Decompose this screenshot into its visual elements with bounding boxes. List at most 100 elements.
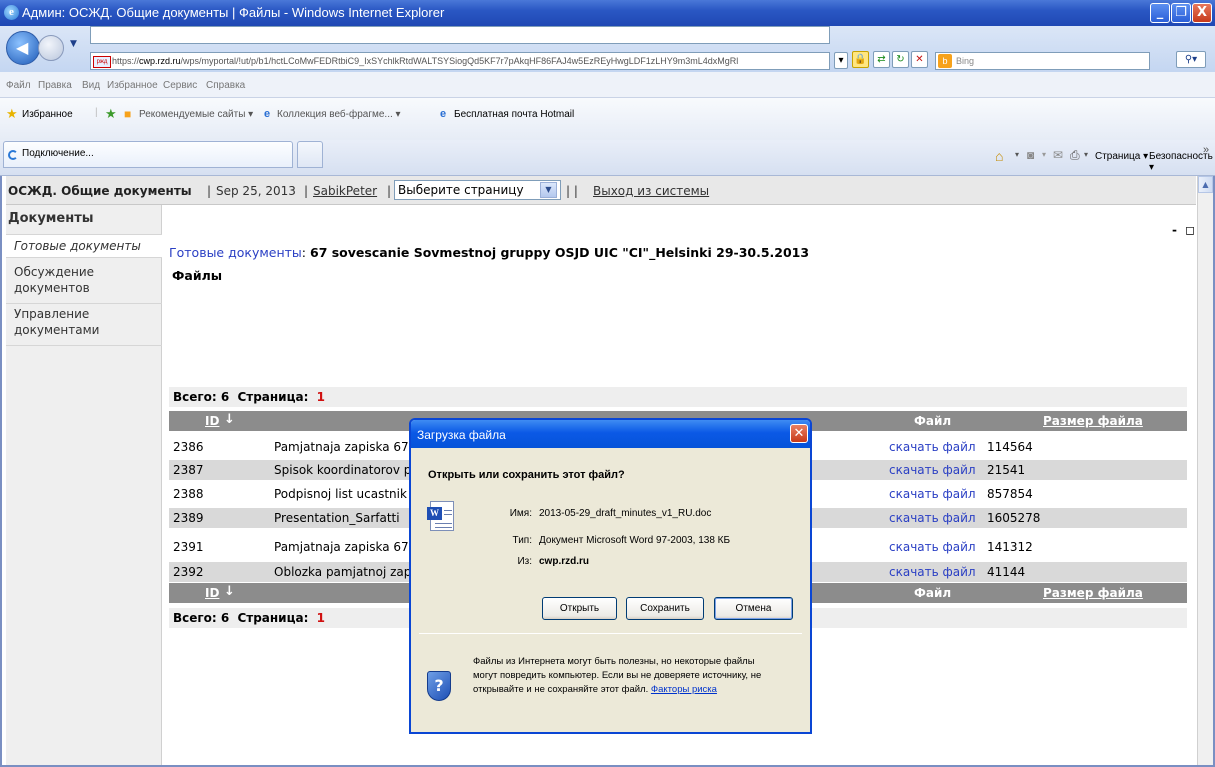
dialog-title-bar[interactable]: Загрузка файла — [411, 420, 810, 448]
file-download-dialog: Загрузка файла ✕ Открыть или сохранить э… — [409, 418, 812, 734]
breadcrumb-separator: : — [301, 245, 307, 260]
favorites-button[interactable]: Избранное — [22, 109, 73, 120]
column-size-header[interactable]: Размер файла — [1043, 414, 1143, 428]
download-link[interactable]: скачать файл — [889, 537, 976, 557]
folder-title: 67 sovescanie Sovmestnoj gruppy OSJD UIC… — [310, 245, 810, 260]
column-file-header: Файл — [914, 414, 952, 428]
dialog-close-button[interactable]: ✕ — [790, 424, 808, 443]
download-link[interactable]: скачать файл — [889, 437, 976, 457]
section-title: Файлы — [172, 268, 223, 283]
loading-spinner-icon — [8, 150, 18, 160]
print-icon[interactable]: ⎙ — [1070, 148, 1080, 163]
row-size: 1605278 — [987, 511, 1041, 525]
home-icon[interactable]: ⌂ — [995, 148, 1003, 164]
header-divider: | — [304, 184, 309, 198]
tab-active[interactable]: Подключение... — [3, 141, 293, 168]
sidebar-item-management[interactable]: Управление документами — [6, 306, 126, 346]
address-dropdown-icon[interactable]: ▾ — [834, 52, 848, 69]
stop-icon[interactable]: ✕ — [911, 51, 928, 68]
sort-down-icon[interactable]: ↓ — [224, 584, 235, 599]
portal-header: ОСЖД. Общие документы | Sep 25, 2013 | S… — [6, 176, 1196, 205]
forward-button[interactable] — [38, 35, 64, 61]
logout-link[interactable]: Выход из системы — [593, 184, 709, 198]
address-input[interactable] — [90, 26, 830, 44]
current-date: Sep 25, 2013 — [216, 184, 296, 198]
sidebar: Документы Готовые документы Обсуждение д… — [6, 205, 162, 765]
download-link[interactable]: скачать файл — [889, 484, 976, 504]
menu-help[interactable]: Справка — [206, 80, 245, 91]
sidebar-item-discussion[interactable]: Обсуждение документов — [6, 262, 126, 304]
open-button[interactable]: Открыть — [542, 597, 617, 620]
warning-text-line3: открывайте и не сохраняйте этот файл. Фа… — [473, 684, 717, 695]
maximize-button[interactable]: ❐ — [1171, 3, 1191, 23]
minimize-button[interactable]: _ — [1150, 3, 1170, 23]
word-document-icon: W — [427, 501, 454, 531]
close-window-button[interactable]: X — [1192, 3, 1212, 23]
window-title-bar[interactable]: e Админ: ОСЖД. Общие документы | Файлы -… — [0, 0, 1215, 26]
scroll-up-icon[interactable]: ▲ — [1198, 176, 1213, 193]
favorites-star-icon[interactable]: ★ — [6, 106, 18, 122]
breadcrumb-link[interactable]: Готовые документы — [169, 245, 302, 260]
menu-edit[interactable]: Правка — [38, 80, 72, 91]
risk-factors-link[interactable]: Факторы риска — [651, 684, 717, 695]
page-menu-button[interactable]: Страница ▾ — [1095, 151, 1148, 162]
cancel-button[interactable]: Отмена — [714, 597, 793, 620]
print-dropdown-icon[interactable]: ▾ — [1084, 150, 1088, 159]
column-id-header[interactable]: ID — [205, 414, 219, 428]
hotmail-icon: e — [440, 108, 447, 120]
tab-label: Подключение... — [22, 148, 94, 159]
portlet-controls[interactable]: - ◻ — [1172, 223, 1197, 237]
download-link[interactable]: скачать файл — [889, 562, 976, 582]
download-link[interactable]: скачать файл — [889, 508, 976, 528]
row-size: 114564 — [987, 440, 1033, 454]
pager-top: Всего: 6 Страница: 1 — [169, 387, 1187, 407]
history-dropdown-icon[interactable]: ▼ — [70, 39, 77, 49]
page-label: Страница: — [237, 611, 309, 625]
user-link[interactable]: SabikPeter — [313, 184, 377, 198]
file-type-value: Документ Microsoft Word 97-2003, 138 КБ — [539, 535, 731, 546]
bing-logo-icon: b — [938, 54, 952, 68]
header-divider: | — [387, 184, 392, 198]
feeds-dropdown-icon[interactable]: ▾ — [1042, 150, 1046, 159]
sidebar-heading: Документы — [8, 211, 94, 226]
menu-bar: Файл Правка Вид Избранное Сервис Справка — [0, 72, 1215, 98]
menu-file[interactable]: Файл — [6, 80, 31, 91]
lock-icon[interactable]: 🔒 — [852, 51, 869, 68]
new-tab-button[interactable] — [297, 141, 323, 168]
search-input[interactable]: b Bing — [935, 52, 1150, 70]
total-count: Всего: 6 — [173, 390, 230, 404]
chevron-down-icon[interactable]: ▼ — [540, 182, 557, 198]
page-number[interactable]: 1 — [317, 390, 325, 404]
search-button-icon[interactable]: ⚲▾ — [1176, 51, 1206, 68]
add-favorite-icon[interactable]: ★ — [105, 106, 117, 122]
save-button[interactable]: Сохранить — [626, 597, 704, 620]
favorites-bar: ★ Избранное | ★ ■ Рекомендуемые сайты ▾ … — [0, 98, 1215, 140]
sort-down-icon[interactable]: ↓ — [224, 412, 235, 427]
compatibility-view-icon[interactable]: ⇄ — [873, 51, 890, 68]
dialog-question: Открыть или сохранить этот файл? — [428, 469, 625, 481]
sidebar-item-ready-docs[interactable]: Готовые документы — [6, 234, 162, 258]
address-field[interactable]: ржд https://cwp.rzd.ru/wps/myportal/!ut/p… — [90, 52, 830, 70]
column-size-header[interactable]: Размер файла — [1043, 586, 1143, 600]
menu-favorites[interactable]: Избранное — [107, 80, 158, 91]
mail-icon[interactable]: ✉ — [1053, 148, 1063, 162]
home-dropdown-icon[interactable]: ▾ — [1015, 150, 1019, 159]
download-link[interactable]: скачать файл — [889, 460, 976, 480]
feeds-icon[interactable]: ◙ — [1027, 148, 1034, 162]
page-select[interactable]: Выберите страницу ▼ — [394, 180, 561, 200]
menu-view[interactable]: Вид — [82, 80, 100, 91]
row-name: Spisok koordinatorov p — [274, 463, 412, 477]
column-id-header[interactable]: ID — [205, 586, 219, 600]
page-number[interactable]: 1 — [317, 611, 325, 625]
total-count: Всего: 6 — [173, 611, 230, 625]
suggested-sites-link[interactable]: Рекомендуемые сайты ▾ — [139, 109, 253, 120]
refresh-icon[interactable]: ↻ — [892, 51, 909, 68]
hotmail-link[interactable]: Бесплатная почта Hotmail — [454, 109, 574, 120]
file-name-value: 2013-05-29_draft_minutes_v1_RU.doc — [539, 508, 712, 519]
menu-tools[interactable]: Сервис — [163, 80, 197, 91]
chevron-more-icon[interactable]: » — [1203, 144, 1209, 156]
warning-text-line1: Файлы из Интернета могут быть полезны, н… — [473, 656, 755, 667]
vertical-scrollbar[interactable]: ▲ — [1197, 176, 1213, 765]
back-button[interactable]: ◀ — [6, 31, 40, 65]
webslice-gallery-link[interactable]: Коллекция веб-фрагме... ▾ — [277, 109, 401, 120]
